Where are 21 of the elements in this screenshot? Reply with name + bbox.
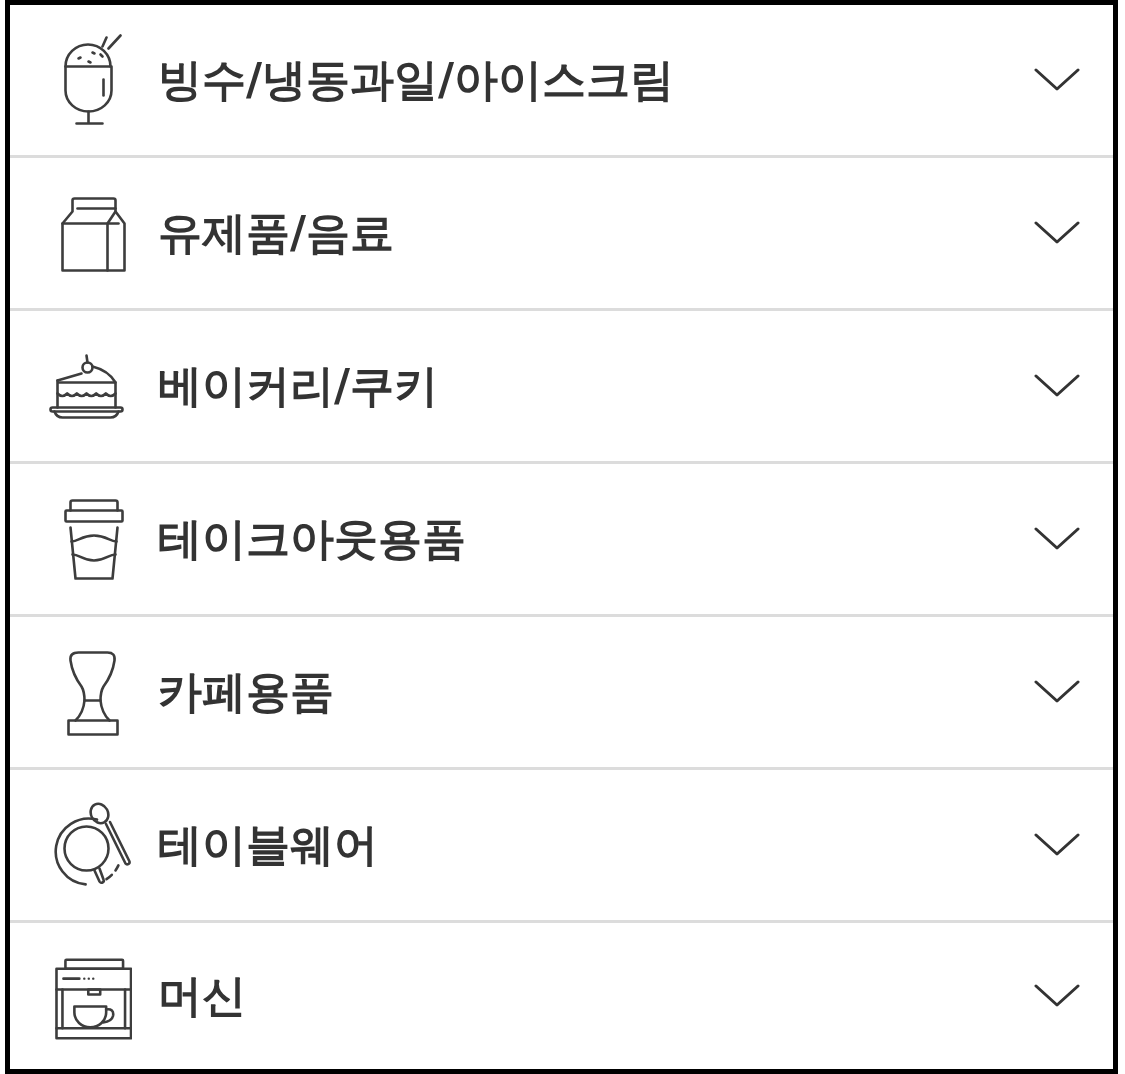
chevron-down-icon[interactable]	[1034, 374, 1080, 398]
category-label[interactable]: 머신	[158, 969, 1034, 1023]
chevron-down-icon[interactable]	[1034, 984, 1080, 1008]
category-label[interactable]: 카페용품	[158, 665, 1034, 719]
category-label[interactable]: 베이커리/쿠키	[158, 359, 1034, 413]
coffee-machine-icon	[54, 957, 132, 1040]
category-label[interactable]: 테이크아웃용품	[158, 512, 1034, 566]
category-label[interactable]: 테이블웨어	[158, 818, 1034, 872]
tamper-icon	[66, 650, 119, 736]
plate-and-spoon-icon	[53, 801, 132, 886]
chevron-down-icon[interactable]	[1034, 680, 1080, 704]
sundae-cup-icon	[63, 33, 122, 125]
chevron-down-icon[interactable]	[1034, 527, 1080, 551]
chevron-down-icon[interactable]	[1034, 221, 1080, 245]
cake-slice-icon	[48, 353, 124, 419]
category-label[interactable]: 유제품/음료	[158, 206, 1034, 260]
chevron-down-icon[interactable]	[1034, 68, 1080, 92]
milk-carton-icon	[60, 196, 126, 272]
chevron-down-icon[interactable]	[1034, 833, 1080, 857]
category-label[interactable]: 빙수/냉동과일/아이스크림	[158, 53, 1034, 107]
takeaway-cup-icon	[63, 498, 124, 580]
